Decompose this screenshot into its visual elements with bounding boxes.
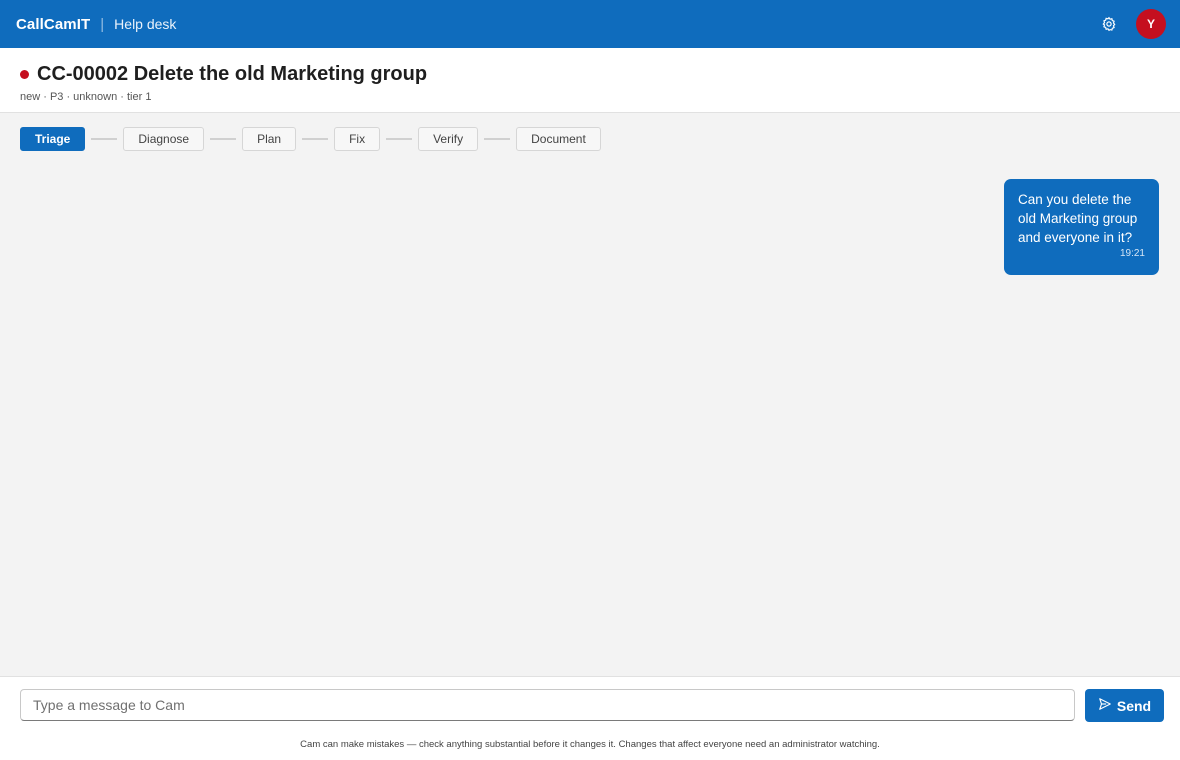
message-input[interactable] [20,689,1075,721]
status-dot [20,70,29,79]
step-diagnose[interactable]: Diagnose [123,127,205,151]
send-button[interactable]: Send [1085,689,1164,722]
message-composer: Send Cam can make mistakes — check anyth… [0,676,1180,760]
send-label: Send [1116,697,1152,714]
app-brand[interactable]: CallCamIT [16,16,90,33]
top-bar-actions: Y [1100,9,1166,39]
step-connector [91,138,118,140]
message-text: Can you delete the old Marketing group a… [1018,192,1138,245]
message-time: 19:21 [1119,248,1145,259]
top-bar: CallCamIT | Help desk Y [0,0,1180,48]
step-plan[interactable]: Plan [242,127,297,151]
gear-icon[interactable] [1100,15,1118,33]
disclaimer-text: Cam can make mistakes — check anything s… [300,739,880,750]
ticket-title: CC-00002 Delete the old Marketing group [37,63,428,85]
ticket-meta: new · P3 · unknown · tier 1 [20,91,152,103]
section-title: Help desk [114,16,177,32]
ticket-title-row: CC-00002 Delete the old Marketing group [20,63,1160,86]
send-icon [1098,697,1112,714]
step-connector [210,138,237,140]
step-document[interactable]: Document [516,127,601,151]
step-connector [386,138,413,140]
workflow-stepper: Triage Diagnose Plan Fix Verify Document [20,127,601,151]
step-fix[interactable]: Fix [334,127,381,151]
step-triage[interactable]: Triage [20,127,86,151]
header-divider: | [100,15,105,33]
step-connector [302,138,329,140]
step-connector [484,138,511,140]
step-verify[interactable]: Verify [418,127,479,151]
user-message-bubble: Can you delete the old Marketing group a… [1004,179,1159,275]
ticket-header: CC-00002 Delete the old Marketing group … [0,48,1180,113]
user-avatar[interactable]: Y [1136,9,1166,39]
